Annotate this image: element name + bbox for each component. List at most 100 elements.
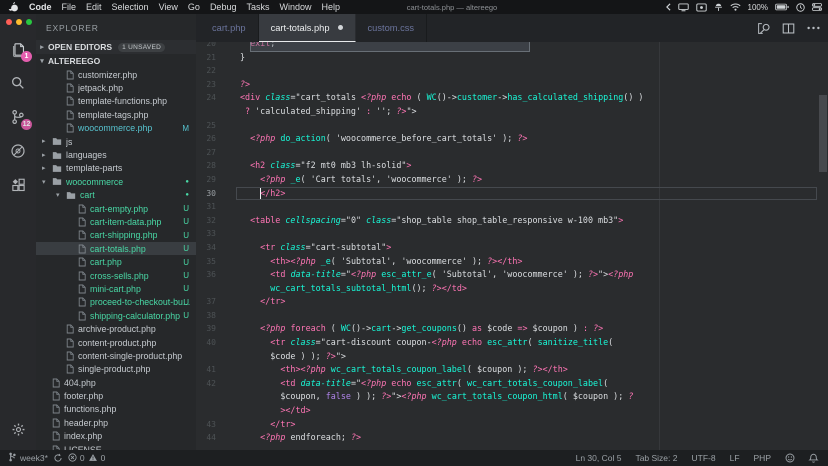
line-number[interactable]: 35 [196,255,240,269]
code-line-37[interactable]: 37 </tr> [196,295,828,309]
menu-item-view[interactable]: View [159,2,178,12]
tree-file-jetpack-php[interactable]: jetpack.php [36,81,196,94]
clock-icon[interactable] [796,3,805,12]
close-window-button[interactable] [6,19,12,25]
editor-scrollbar[interactable] [819,95,827,172]
tree-file-cart-item-data-php[interactable]: cart-item-data.phpU [36,215,196,228]
line-number[interactable]: 38 [196,309,240,323]
line-number[interactable]: 33 [196,227,240,241]
code-line-41[interactable]: 41 <th><?php wc_cart_totals_coupon_label… [196,363,828,377]
menu-item-help[interactable]: Help [322,2,341,12]
line-number[interactable]: 42 [196,377,240,391]
status-ln[interactable]: Ln 30, Col 5 [576,453,622,463]
line-number[interactable]: 30 [196,187,240,201]
status-tab[interactable]: Tab Size: 2 [635,453,677,463]
line-number[interactable]: 37 [196,295,240,309]
menu-item-window[interactable]: Window [279,2,311,12]
tree-file-archive-product-php[interactable]: archive-product.php [36,322,196,335]
code-line-22[interactable]: 22 [196,64,828,78]
tree-file-content-single-product-php[interactable]: content-single-product.php [36,349,196,362]
tree-file-header-php[interactable]: header.php [36,416,196,429]
workspace-root-row[interactable]: ▾ ALTEREEGO [36,54,196,68]
bell-icon[interactable] [809,453,818,463]
status-php[interactable]: PHP [754,453,771,463]
tree-file-template-tags-php[interactable]: template-tags.php [36,108,196,121]
display-icon[interactable] [678,3,689,12]
code-line-38[interactable]: 38 [196,309,828,323]
tree-folder-languages[interactable]: ▸languages [36,148,196,161]
open-editors-section[interactable]: ▸ OPEN EDITORS 1 UNSAVED [36,40,196,54]
tree-file-cart-empty-php[interactable]: cart-empty.phpU [36,202,196,215]
sync-changes-button[interactable] [53,453,63,463]
line-number[interactable]: 24 [196,91,240,105]
code-line-27[interactable]: 27 [196,146,828,160]
tree-file-cart-shipping-php[interactable]: cart-shipping.phpU [36,229,196,242]
code-line-24[interactable]: 24<div class="cart_totals <?php echo ( W… [196,91,828,105]
line-number[interactable] [196,390,240,404]
tree-file-license[interactable]: LICENSE [36,443,196,450]
tree-file-cart-php[interactable]: cart.phpU [36,255,196,268]
line-number[interactable]: 39 [196,322,240,336]
code-line-31[interactable]: 31 [196,200,828,214]
code-line-34[interactable]: 34 <tr class="cart-subtotal"> [196,241,828,255]
code-line-28[interactable]: 28 <h2 class="f2 mt0 mb3 lh-solid"> [196,159,828,173]
code-line-36[interactable]: 36 <td data-title="<?php esc_attr_e( 'Su… [196,268,828,282]
tree-folder-woocommerce[interactable]: ▾woocommerce● [36,175,196,188]
code-content[interactable]: 20 exit;21}2223?>24<div class="cart_tota… [196,42,828,445]
tab-cart-totals-php[interactable]: cart-totals.php [259,14,356,42]
smiley-icon[interactable] [785,453,795,463]
code-editor[interactable]: 20 exit;21}2223?>24<div class="cart_tota… [196,42,828,450]
line-number[interactable]: 41 [196,363,240,377]
activity-search[interactable] [0,66,36,100]
line-number[interactable] [196,105,240,119]
code-line-29[interactable]: 29 <?php _e( 'Cart totals', 'woocommerce… [196,173,828,187]
activity-source-control[interactable]: 12 [0,100,36,134]
code-line-33[interactable]: 33 [196,227,828,241]
control-center-icon[interactable] [812,3,822,11]
code-line-40[interactable]: 40 <tr class="cart-discount coupon-<?php… [196,336,828,350]
line-number[interactable]: 27 [196,146,240,160]
code-line-42[interactable]: 42 <td data-title="<?php echo esc_attr( … [196,377,828,391]
code-line-21[interactable]: 21} [196,51,828,65]
menu-item-file[interactable]: File [62,2,77,12]
menu-item-go[interactable]: Go [188,2,200,12]
code-line-wrap[interactable]: $code ) ); ?>"> [196,350,828,364]
code-line-43[interactable]: 43 </tr> [196,418,828,432]
problems-item[interactable]: 0 0 [68,453,105,464]
battery-icon[interactable] [775,3,789,11]
code-line-39[interactable]: 39 <?php foreach ( WC()->cart->get_coupo… [196,322,828,336]
tree-file-cart-totals-php[interactable]: cart-totals.phpU [36,242,196,255]
activity-debug[interactable] [0,134,36,168]
status-utf-8[interactable]: UTF-8 [692,453,716,463]
line-number[interactable]: 28 [196,159,240,173]
tree-folder-js[interactable]: ▸js [36,135,196,148]
code-line-23[interactable]: 23?> [196,78,828,92]
line-number[interactable]: 32 [196,214,240,228]
tree-file-proceed-to-checkout-bu-[interactable]: proceed-to-checkout-bu...U [36,296,196,309]
screen-mirror-icon[interactable] [696,3,707,12]
status-lf[interactable]: LF [730,453,740,463]
line-number[interactable]: 26 [196,132,240,146]
manage-settings-button[interactable] [0,412,36,446]
git-branch-item[interactable]: week3* [8,452,48,464]
code-line-wrap[interactable]: $coupon, false ) ); ?>"><?php wc_cart_to… [196,390,828,404]
activity-extensions[interactable] [0,168,36,202]
line-number[interactable]: 20 [196,42,240,51]
tree-file-single-product-php[interactable]: single-product.php [36,363,196,376]
tree-file-cross-sells-php[interactable]: cross-sells.phpU [36,269,196,282]
tree-file-functions-php[interactable]: functions.php [36,403,196,416]
code-line-44[interactable]: 44 <?php endforeach; ?> [196,431,828,445]
tab-cart-php[interactable]: cart.php [200,14,259,42]
tree-file-404-php[interactable]: 404.php [36,376,196,389]
menu-item-tasks[interactable]: Tasks [246,2,269,12]
app-menu-code[interactable]: Code [29,2,52,12]
tree-file-index-php[interactable]: index.php [36,430,196,443]
menu-item-edit[interactable]: Edit [86,2,102,12]
line-number[interactable]: 25 [196,119,240,133]
tree-file-shipping-calculator-php[interactable]: shipping-calculator.phpU [36,309,196,322]
line-number[interactable]: 23 [196,78,240,92]
chevron-left-icon[interactable] [666,3,671,11]
keyboard-icon[interactable] [714,3,723,12]
line-number[interactable]: 36 [196,268,240,282]
line-number[interactable] [196,350,240,364]
